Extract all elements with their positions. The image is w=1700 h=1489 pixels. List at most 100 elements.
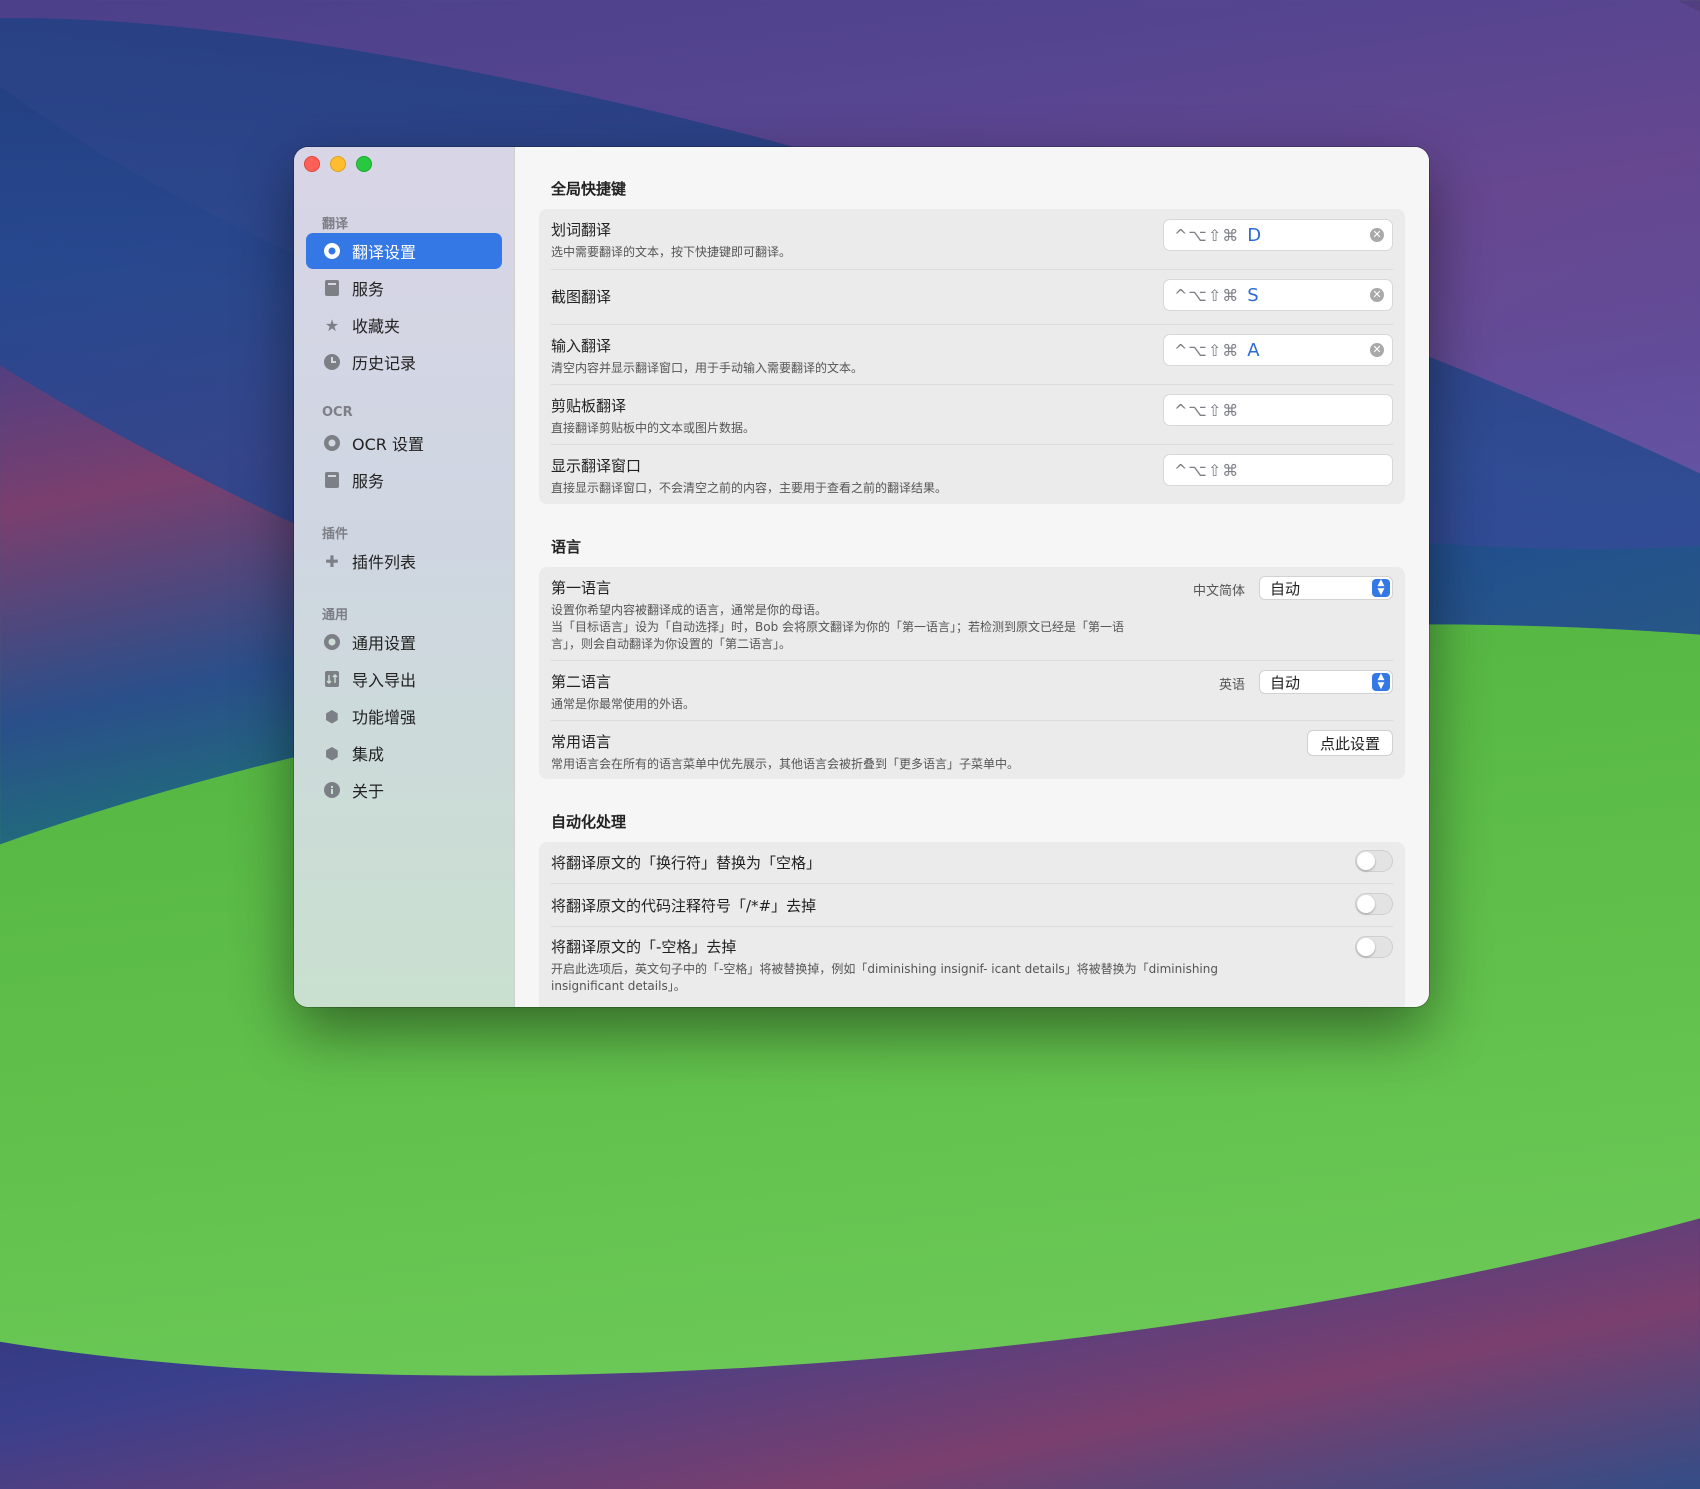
book-icon xyxy=(322,278,342,298)
automation-title: 自动化处理 xyxy=(551,813,627,831)
window-controls xyxy=(304,156,372,172)
sidebar: 翻译 翻译设置 服务 ★ 收藏夹 历史记录 OCR OCR 设置 服务 插件 ✚… xyxy=(294,147,515,1007)
desc-line: 设置你希望内容被翻译成的语言，通常是你的母语。 xyxy=(551,603,828,617)
minimize-button[interactable] xyxy=(330,156,346,172)
hexagon-icon: ⬢ xyxy=(325,706,339,726)
sidebar-item-about[interactable]: 关于 xyxy=(306,772,502,808)
common-language-row: 常用语言 常用语言会在所有的语言菜单中优先展示，其他语言会被折叠到「更多语言」子… xyxy=(551,731,1393,773)
divider xyxy=(551,324,1393,325)
automation-row-newline: 将翻译原文的「换行符」替换为「空格」 xyxy=(551,852,1393,873)
shortcut-key: S xyxy=(1247,284,1259,306)
shortcuts-group: 划词翻译 选中需要翻译的文本，按下快捷键即可翻译。 ^⌥⇧⌘ D ✕ 截图翻译 … xyxy=(539,209,1405,504)
desc-line: insignificant details」。 xyxy=(551,979,686,993)
cube-icon: ⬢ xyxy=(325,743,339,763)
sidebar-item-ocr-settings[interactable]: OCR 设置 xyxy=(306,425,502,461)
clear-icon[interactable]: ✕ xyxy=(1370,343,1384,357)
puzzle-icon: ✚ xyxy=(325,551,339,571)
shortcut-key: D xyxy=(1247,224,1262,246)
shortcut-recorder-clipboard[interactable]: ^⌥⇧⌘ xyxy=(1163,394,1393,426)
automation-row-hyphen: 将翻译原文的「-空格」去掉 开启此选项后，英文句子中的「-空格」将被替换掉，例如… xyxy=(551,936,1393,995)
newline-toggle[interactable] xyxy=(1355,850,1393,872)
sidebar-item-label: 通用设置 xyxy=(352,634,417,653)
sidebar-item-label: OCR 设置 xyxy=(352,435,424,454)
sidebar-item-translate-settings[interactable]: 翻译设置 xyxy=(306,233,502,269)
sidebar-item-label: 收藏夹 xyxy=(352,317,401,336)
sidebar-item-plugin-list[interactable]: ✚ 插件列表 xyxy=(306,543,502,579)
zoom-button[interactable] xyxy=(356,156,372,172)
sidebar-item-translate-services[interactable]: 服务 xyxy=(306,270,502,306)
row-title: 将翻译原文的「-空格」去掉 xyxy=(551,938,737,956)
shortcut-key: A xyxy=(1247,339,1260,361)
import-export-icon xyxy=(322,669,342,689)
shortcut-recorder-show-window[interactable]: ^⌥⇧⌘ xyxy=(1163,454,1393,486)
sidebar-item-label: 导入导出 xyxy=(352,671,417,690)
sidebar-item-label: 服务 xyxy=(352,472,385,491)
divider xyxy=(551,926,1393,927)
gear-icon xyxy=(322,241,342,261)
book-icon xyxy=(322,470,342,490)
first-language-select[interactable]: 自动 ▲ ▼ xyxy=(1259,576,1393,600)
divider xyxy=(551,384,1393,385)
close-button[interactable] xyxy=(304,156,320,172)
modifier-keys: ^⌥⇧⌘ xyxy=(1174,460,1240,480)
language-title: 语言 xyxy=(551,538,582,556)
second-language-hint: 英语 xyxy=(1218,678,1245,693)
sidebar-item-general-settings[interactable]: 通用设置 xyxy=(306,624,502,660)
modifier-keys: ^⌥⇧⌘ xyxy=(1174,340,1240,360)
row-title: 将翻译原文的「换行符」替换为「空格」 xyxy=(551,854,822,872)
automation-group: 将翻译原文的「换行符」替换为「空格」 将翻译原文的代码注释符号「/*#」去掉 将… xyxy=(539,842,1405,1007)
sidebar-section-ocr: OCR xyxy=(322,405,353,420)
hyphen-toggle[interactable] xyxy=(1355,936,1393,958)
sidebar-item-import-export[interactable]: 导入导出 xyxy=(306,661,502,697)
divider xyxy=(551,444,1393,445)
sidebar-item-favorites[interactable]: ★ 收藏夹 xyxy=(306,307,502,343)
desc-line: 开启此选项后，英文句子中的「-空格」将被替换掉，例如「diminishing i… xyxy=(551,962,1218,976)
first-language-hint: 中文简体 xyxy=(1192,584,1245,599)
row-desc: 通常是你最常使用的外语。 xyxy=(551,697,696,711)
settings-window: 翻译 翻译设置 服务 ★ 收藏夹 历史记录 OCR OCR 设置 服务 插件 ✚… xyxy=(294,147,1429,1007)
desc-line: 当「目标语言」设为「自动选择」时，Bob 会将原文翻译为你的「第一语言」；若检测… xyxy=(551,620,1125,634)
modifier-keys: ^⌥⇧⌘ xyxy=(1174,225,1240,245)
star-icon: ★ xyxy=(324,315,340,335)
sidebar-item-label: 关于 xyxy=(352,782,385,801)
sidebar-section-general: 通用 xyxy=(322,608,349,623)
divider xyxy=(551,720,1393,721)
shortcut-recorder-selection[interactable]: ^⌥⇧⌘ D ✕ xyxy=(1163,219,1393,251)
sidebar-item-history[interactable]: 历史记录 xyxy=(306,344,502,380)
clock-icon xyxy=(322,352,342,372)
sidebar-item-label: 服务 xyxy=(352,280,385,299)
set-common-language-button[interactable]: 点此设置 xyxy=(1306,730,1393,756)
select-value: 自动 xyxy=(1270,673,1301,692)
language-group: 第一语言 设置你希望内容被翻译成的语言，通常是你的母语。 当「目标语言」设为「自… xyxy=(539,567,1405,779)
row-title: 将翻译原文的代码注释符号「/*#」去掉 xyxy=(551,897,817,915)
comment-toggle[interactable] xyxy=(1355,893,1393,915)
sidebar-item-ocr-services[interactable]: 服务 xyxy=(306,462,502,498)
desc-line: 言」，则会自动翻译为你设置的「第二语言」。 xyxy=(551,637,792,651)
sidebar-item-label: 插件列表 xyxy=(352,553,417,572)
row-desc: 设置你希望内容被翻译成的语言，通常是你的母语。 当「目标语言」设为「自动选择」时… xyxy=(551,602,1393,653)
toggle-knob xyxy=(1357,895,1375,913)
sidebar-section-translate: 翻译 xyxy=(322,217,349,232)
divider xyxy=(551,660,1393,661)
sidebar-item-label: 功能增强 xyxy=(352,708,417,727)
chevron-updown-icon: ▲ ▼ xyxy=(1372,579,1390,597)
clear-icon[interactable]: ✕ xyxy=(1370,228,1384,242)
second-language-select[interactable]: 自动 ▲ ▼ xyxy=(1259,670,1393,694)
toggle-knob xyxy=(1357,852,1375,870)
clear-icon[interactable]: ✕ xyxy=(1370,288,1384,302)
toggle-knob xyxy=(1357,938,1375,956)
sidebar-item-enhancements[interactable]: ⬢ 功能增强 xyxy=(306,698,502,734)
sidebar-item-integration[interactable]: ⬢ 集成 xyxy=(306,735,502,771)
row-desc: 开启此选项后，英文句子中的「-空格」将被替换掉，例如「diminishing i… xyxy=(551,961,1393,995)
divider xyxy=(551,269,1393,270)
row-title: 常用语言 xyxy=(551,733,612,751)
modifier-keys: ^⌥⇧⌘ xyxy=(1174,285,1240,305)
gear-icon xyxy=(322,433,342,453)
sidebar-item-label: 集成 xyxy=(352,745,385,764)
shortcut-recorder-input[interactable]: ^⌥⇧⌘ A ✕ xyxy=(1163,334,1393,366)
sidebar-section-plugins: 插件 xyxy=(322,527,349,542)
info-icon xyxy=(322,780,342,800)
modifier-keys: ^⌥⇧⌘ xyxy=(1174,400,1240,420)
divider xyxy=(551,883,1393,884)
shortcut-recorder-screenshot[interactable]: ^⌥⇧⌘ S ✕ xyxy=(1163,279,1393,311)
